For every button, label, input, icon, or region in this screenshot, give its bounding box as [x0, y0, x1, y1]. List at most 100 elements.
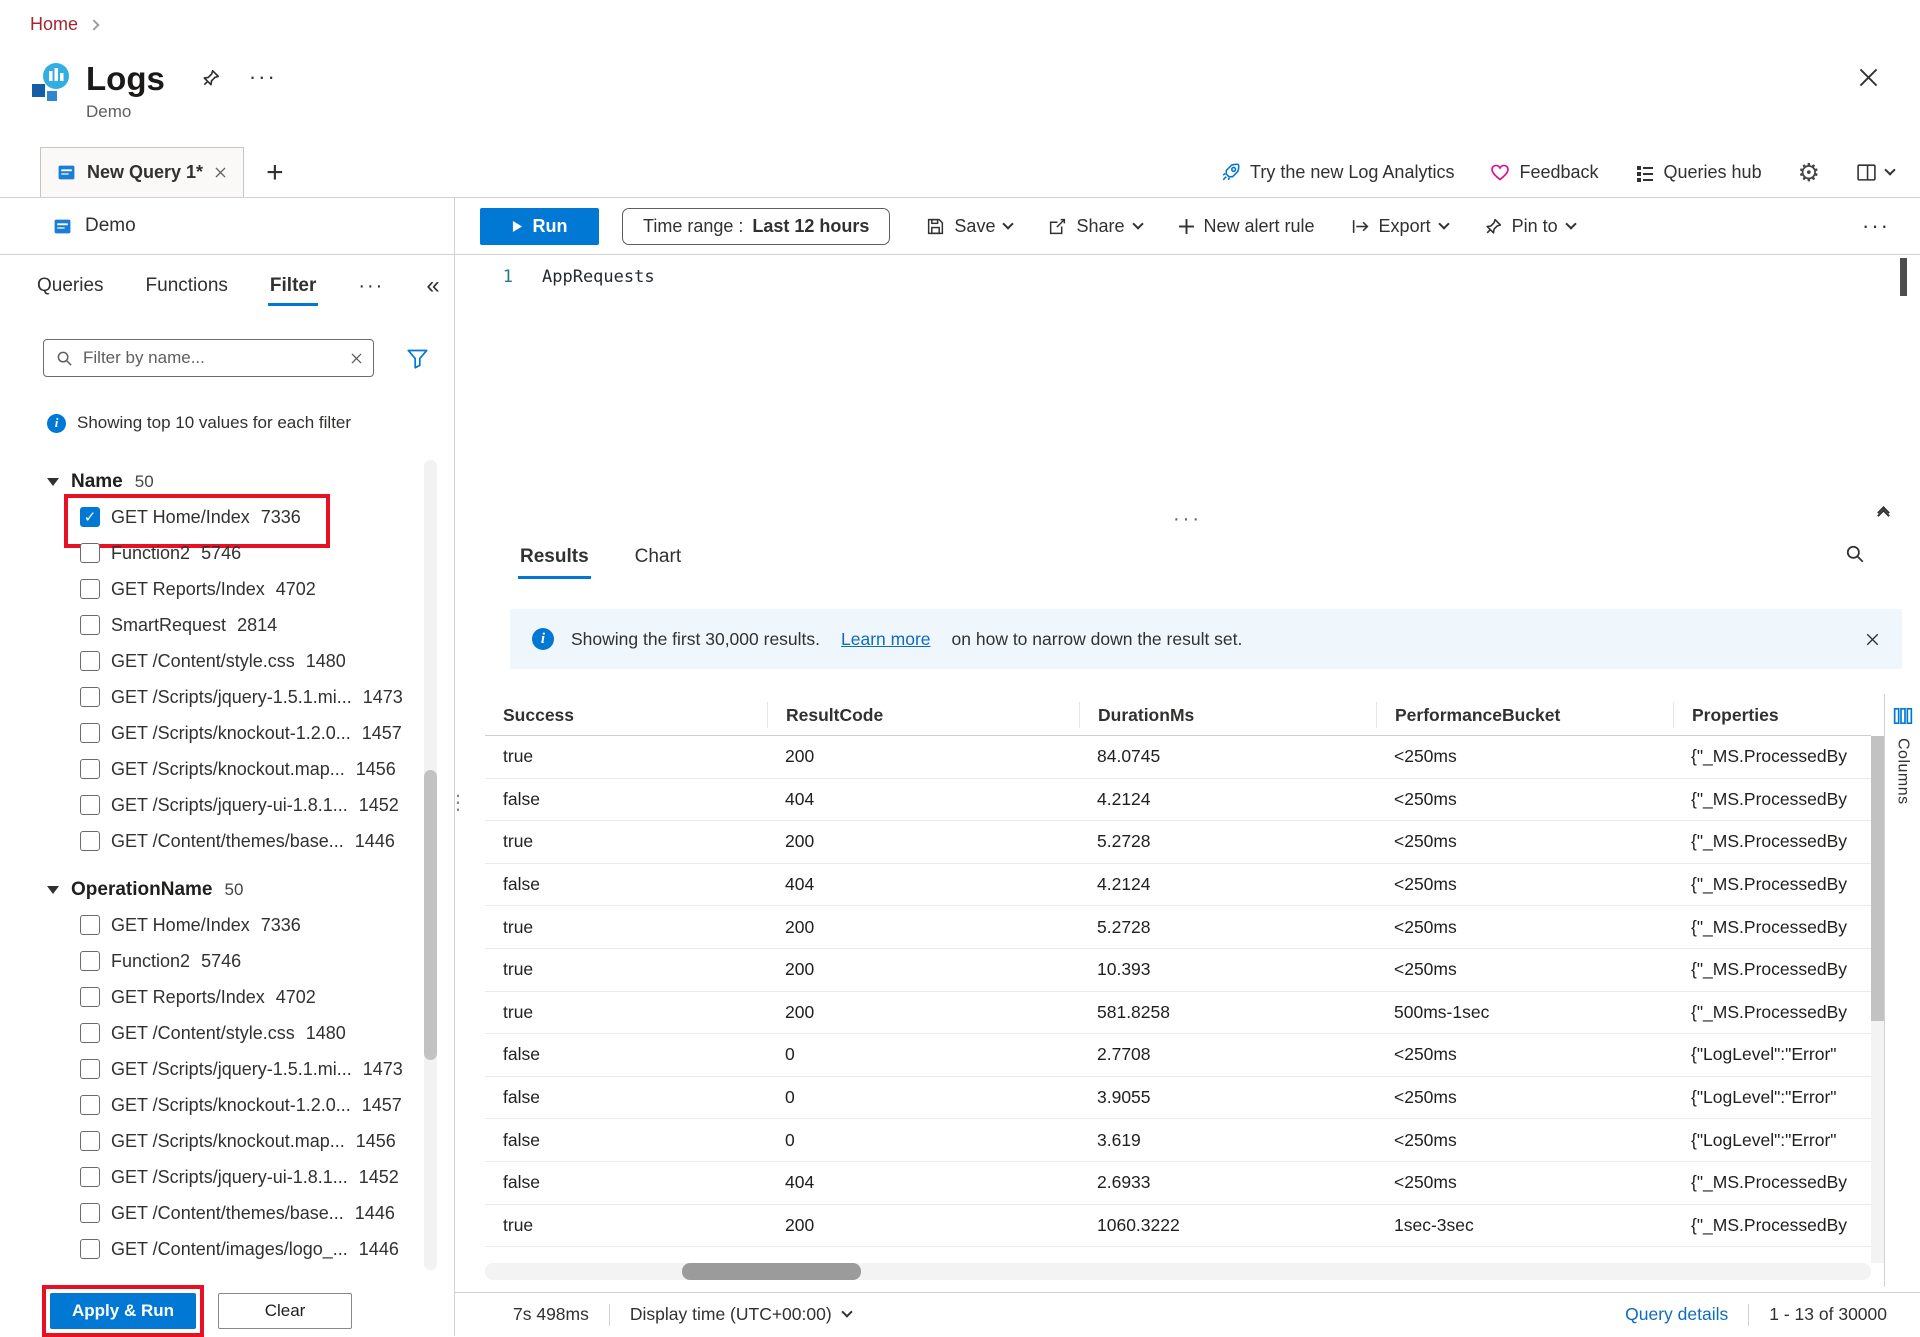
checkbox[interactable]	[80, 723, 100, 743]
column-header-properties[interactable]: Properties	[1673, 702, 1871, 728]
filter-search-box[interactable]	[43, 339, 374, 377]
scope-selector[interactable]: Demo	[0, 198, 455, 254]
run-button[interactable]: Run	[480, 208, 599, 245]
table-row[interactable]: true 200 10.393 <250ms {"_MS.ProcessedBy	[485, 949, 1871, 992]
filter-item[interactable]: GET /Content/themes/base... 1446	[0, 823, 454, 859]
tab-results[interactable]: Results	[518, 542, 591, 572]
filter-item[interactable]: GET /Scripts/jquery-ui-1.8.1... 1452	[0, 1159, 454, 1195]
learn-more-link[interactable]: Learn more	[841, 629, 931, 650]
checkbox[interactable]	[80, 579, 100, 599]
checkbox[interactable]	[80, 651, 100, 671]
checkbox[interactable]	[80, 831, 100, 851]
filter-item[interactable]: SmartRequest 2814	[0, 607, 454, 643]
filter-item[interactable]: GET /Content/themes/base... 1446	[0, 1195, 454, 1231]
results-vertical-scrollbar[interactable]	[1871, 736, 1884, 1263]
table-row[interactable]: false 404 2.6933 <250ms {"_MS.ProcessedB…	[485, 1162, 1871, 1205]
filter-item[interactable]: GET Home/Index 7336	[0, 499, 454, 535]
table-row[interactable]: true 200 84.0745 <250ms {"_MS.ProcessedB…	[485, 736, 1871, 779]
filter-item[interactable]: GET /Scripts/knockout-1.2.0... 1457	[0, 715, 454, 751]
toolbar-more-icon[interactable]: ···	[1862, 213, 1890, 239]
filter-item[interactable]: GET /Scripts/jquery-1.5.1.mi... 1473	[0, 1051, 454, 1087]
column-header-success[interactable]: Success	[485, 702, 767, 728]
checkbox[interactable]	[80, 759, 100, 779]
table-row[interactable]: false 404 4.2124 <250ms {"_MS.ProcessedB…	[485, 779, 1871, 822]
display-time-selector[interactable]: Display time (UTC+00:00)	[630, 1304, 851, 1325]
close-banner-icon[interactable]	[1865, 632, 1880, 647]
column-header-resultcode[interactable]: ResultCode	[767, 702, 1079, 728]
table-row[interactable]: true 200 581.8258 500ms-1sec {"_MS.Proce…	[485, 992, 1871, 1035]
filter-item[interactable]: GET Home/Index 7336	[0, 907, 454, 943]
table-row[interactable]: true 200 5.2728 <250ms {"_MS.ProcessedBy	[485, 906, 1871, 949]
results-horizontal-scrollbar-thumb[interactable]	[682, 1263, 861, 1280]
columns-side-panel[interactable]: Columns	[1884, 694, 1920, 1287]
table-row[interactable]: true 200 1060.3222 1sec-3sec {"_MS.Proce…	[485, 1205, 1871, 1248]
table-row[interactable]: true 200 5.2728 <250ms {"_MS.ProcessedBy	[485, 821, 1871, 864]
query-details-link[interactable]: Query details	[1625, 1304, 1728, 1325]
breadcrumb-home-link[interactable]: Home	[30, 14, 78, 35]
table-row[interactable]: false 0 3.9055 <250ms {"LogLevel":"Error…	[485, 1077, 1871, 1120]
search-results-icon[interactable]	[1845, 544, 1865, 564]
filter-group-header[interactable]: OperationName 50	[0, 873, 454, 907]
checkbox[interactable]	[80, 795, 100, 815]
filter-item[interactable]: GET /Scripts/jquery-ui-1.8.1... 1452	[0, 787, 454, 823]
checkbox[interactable]	[80, 1203, 100, 1223]
filter-item[interactable]: GET /Scripts/knockout.map... 1456	[0, 1123, 454, 1159]
close-icon[interactable]	[1857, 66, 1880, 89]
checkbox[interactable]	[80, 507, 100, 527]
table-row[interactable]: false 0 3.619 <250ms {"LogLevel":"Error"	[485, 1119, 1871, 1162]
column-header-performancebucket[interactable]: PerformanceBucket	[1376, 702, 1673, 728]
pin-icon[interactable]	[201, 68, 221, 88]
filter-item[interactable]: GET Reports/Index 4702	[0, 571, 454, 607]
new-alert-rule-button[interactable]: New alert rule	[1178, 216, 1315, 237]
filter-item[interactable]: GET /Content/style.css 1480	[0, 643, 454, 679]
collapse-sidebar-icon[interactable]: «	[426, 276, 439, 296]
pin-to-button[interactable]: Pin to	[1484, 216, 1575, 237]
try-new-log-analytics-link[interactable]: Try the new Log Analytics	[1220, 162, 1454, 183]
checkbox[interactable]	[80, 1023, 100, 1043]
checkbox[interactable]	[80, 687, 100, 707]
funnel-filter-icon[interactable]	[406, 347, 429, 370]
checkbox[interactable]	[80, 1131, 100, 1151]
clear-search-icon[interactable]	[350, 352, 363, 365]
sidebar-tab-functions[interactable]: Functions	[146, 275, 228, 297]
results-horizontal-scrollbar[interactable]	[485, 1263, 1871, 1280]
results-vertical-scrollbar-thumb[interactable]	[1871, 736, 1884, 1021]
table-row[interactable]: false 0 2.7708 <250ms {"LogLevel":"Error…	[485, 1034, 1871, 1077]
save-button[interactable]: Save	[926, 216, 1012, 237]
filter-item[interactable]: GET /Scripts/knockout-1.2.0... 1457	[0, 1087, 454, 1123]
checkbox[interactable]	[80, 615, 100, 635]
checkbox[interactable]	[80, 915, 100, 935]
query-editor[interactable]: 1 AppRequests	[455, 255, 1920, 522]
add-tab-button[interactable]: +	[266, 158, 284, 188]
filter-item[interactable]: GET /Content/style.css 1480	[0, 1015, 454, 1051]
tab-chart[interactable]: Chart	[633, 542, 683, 572]
tab-new-query[interactable]: New Query 1*	[40, 147, 244, 197]
gear-icon[interactable]: ⚙	[1798, 163, 1820, 183]
filter-group-header[interactable]: Name 50	[0, 465, 454, 499]
filter-item[interactable]: Function2 5746	[0, 535, 454, 571]
sidebar-more-icon[interactable]: ···	[358, 275, 384, 298]
apply-and-run-button[interactable]: Apply & Run	[50, 1293, 196, 1329]
filter-item[interactable]: GET Reports/Index 4702	[0, 979, 454, 1015]
filter-item[interactable]: GET /Scripts/knockout.map... 1456	[0, 751, 454, 787]
column-header-durationms[interactable]: DurationMs	[1079, 702, 1376, 728]
clear-button[interactable]: Clear	[218, 1293, 352, 1329]
filter-item[interactable]: GET /Scripts/jquery-1.5.1.mi... 1473	[0, 679, 454, 715]
share-button[interactable]: Share	[1048, 216, 1141, 237]
filter-search-input[interactable]	[83, 348, 340, 368]
feedback-button[interactable]: Feedback	[1490, 162, 1598, 183]
editor-scrollbar-thumb[interactable]	[1900, 258, 1907, 296]
filter-item[interactable]: Function2 5746	[0, 943, 454, 979]
checkbox[interactable]	[80, 1239, 100, 1259]
sidebar-tab-queries[interactable]: Queries	[37, 275, 104, 297]
export-button[interactable]: Export	[1351, 216, 1448, 237]
sidebar-scrollbar-thumb[interactable]	[424, 770, 437, 1060]
layout-toggle[interactable]	[1856, 162, 1894, 183]
queries-hub-button[interactable]: Queries hub	[1635, 162, 1762, 183]
checkbox[interactable]	[80, 1059, 100, 1079]
checkbox[interactable]	[80, 1095, 100, 1115]
filter-item[interactable]: GET /Content/images/logo_... 1446	[0, 1231, 454, 1267]
sidebar-scrollbar[interactable]	[424, 460, 437, 1270]
checkbox[interactable]	[80, 1167, 100, 1187]
checkbox[interactable]	[80, 543, 100, 563]
